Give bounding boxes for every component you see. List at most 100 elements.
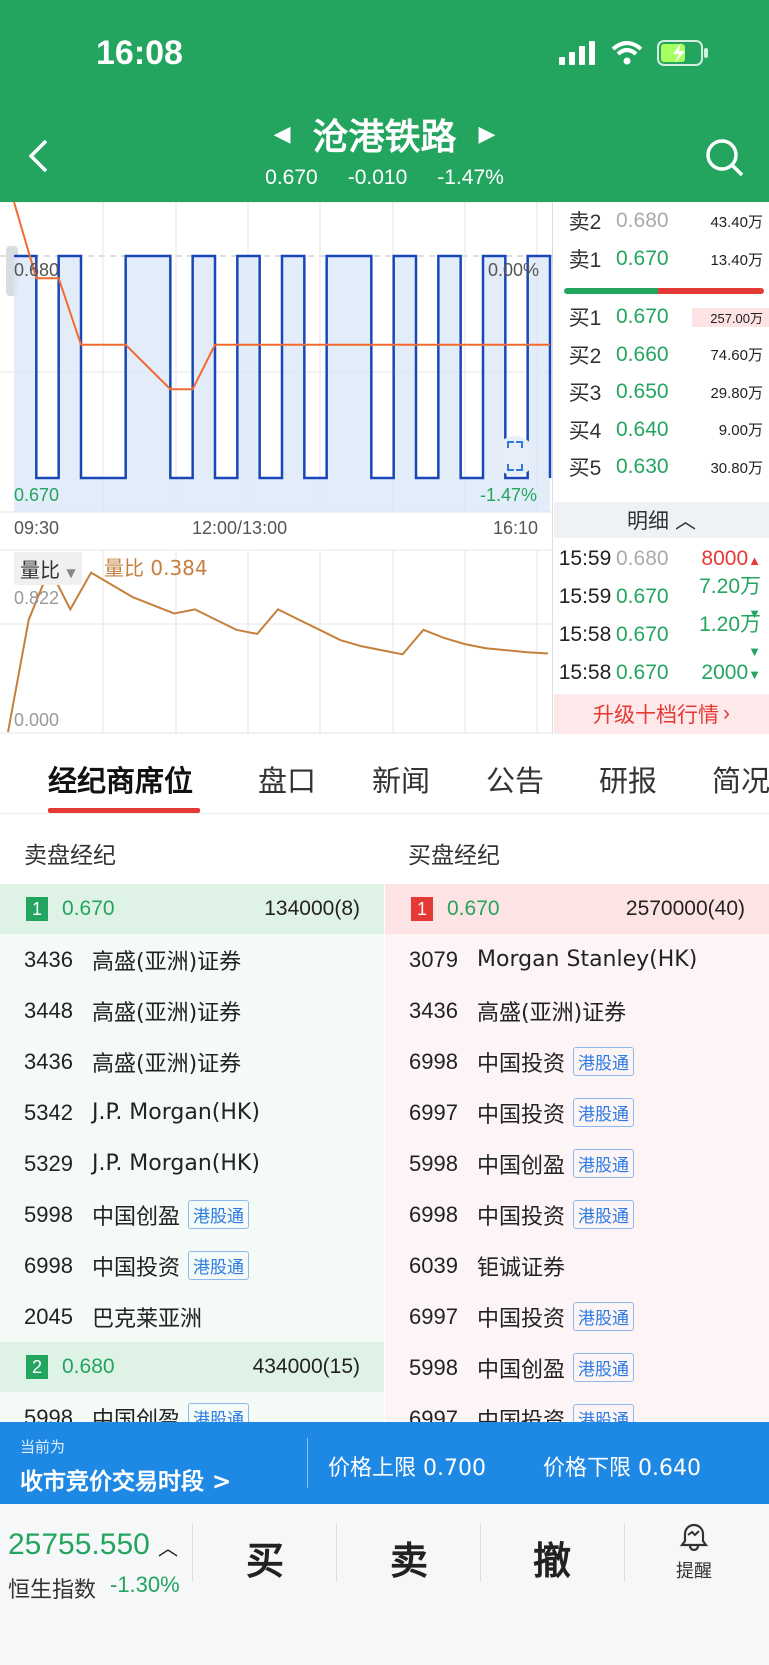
broker-name: 高盛(亚洲)证券 xyxy=(92,949,242,975)
broker-row[interactable]: 5998 中国创盈 港股通 xyxy=(0,1189,384,1240)
bid-row[interactable]: 买5 0.630 30.80万 xyxy=(554,448,769,486)
trade-volume-value: 2000 xyxy=(701,661,749,684)
stock-connect-tag: 港股通 xyxy=(573,1098,635,1127)
active-tab-indicator xyxy=(48,808,200,813)
broker-row[interactable]: 6998 中国投资 港股通 xyxy=(385,1036,769,1087)
level-price: 0.670 xyxy=(62,897,115,920)
broker-name: 巴克莱亚洲 xyxy=(92,1306,203,1332)
level-quantity: 434000(15) xyxy=(252,1355,360,1378)
bid-volume: 29.80万 xyxy=(710,384,763,402)
time-label-open: 09:30 xyxy=(14,518,60,538)
volume-ratio-value: 量比 0.384 xyxy=(104,556,208,580)
bid-row[interactable]: 买1 0.670 257.00万 xyxy=(554,298,769,336)
pct-low-label: -1.47% xyxy=(480,485,538,505)
arrow-up-icon: ▲ xyxy=(748,553,761,568)
broker-row[interactable]: 6998 中国投资 港股通 xyxy=(385,1189,769,1240)
broker-code: 6997 xyxy=(409,1405,458,1423)
alert-label: 提醒 xyxy=(676,1561,712,1582)
divider xyxy=(336,1524,337,1582)
trade-volume-value: 8000 xyxy=(701,547,749,570)
stock-name: 沧港铁路 xyxy=(312,117,457,158)
tab-orderbook[interactable]: 盘口 xyxy=(258,758,316,800)
battery-icon xyxy=(657,40,708,66)
broker-row[interactable]: 3448 高盛(亚洲)证券 xyxy=(0,985,384,1036)
tab-brokers[interactable]: 经纪商席位 xyxy=(48,758,193,800)
detail-toggle-button[interactable]: 明细 ︿ xyxy=(554,502,769,538)
broker-code: 5342 xyxy=(24,1099,73,1125)
ask-price: 0.680 xyxy=(616,209,669,232)
broker-name: 中国创盈 xyxy=(477,1153,566,1179)
chevron-right-icon: › xyxy=(723,702,730,725)
detail-label: 明细 xyxy=(627,510,669,533)
trade-time: 15:59 xyxy=(558,547,612,570)
search-icon[interactable] xyxy=(705,138,745,178)
broker-row[interactable]: 6997 中国投资 港股通 xyxy=(385,1087,769,1138)
chevron-up-icon: ︿ xyxy=(158,1536,178,1560)
ask-label: 卖1 xyxy=(568,249,602,272)
broker-row[interactable]: 6997 中国投资 港股通 xyxy=(385,1393,769,1422)
broker-row[interactable]: 6997 中国投资 港股通 xyxy=(385,1291,769,1342)
broker-code: 5998 xyxy=(409,1354,458,1380)
level-number: 1 xyxy=(411,897,433,921)
price-change: -0.010 xyxy=(347,166,408,189)
ask-row[interactable]: 卖1 0.670 13.40万 xyxy=(554,240,769,278)
broker-row[interactable]: 5998 中国创盈 港股通 xyxy=(0,1392,384,1422)
broker-name: 中国投资 xyxy=(92,1255,181,1281)
broker-row[interactable]: 6039 钜诚证券 xyxy=(385,1240,769,1291)
bid-row[interactable]: 买3 0.650 29.80万 xyxy=(554,373,769,411)
tab-research[interactable]: 研报 xyxy=(599,758,657,800)
prev-stock-icon[interactable]: ◀ xyxy=(274,122,291,147)
broker-row[interactable]: 3436 高盛(亚洲)证券 xyxy=(0,934,384,985)
broker-row[interactable]: 3436 高盛(亚洲)证券 xyxy=(0,1036,384,1087)
broker-row[interactable]: 5342 J.P. Morgan(HK) xyxy=(0,1087,384,1138)
tab-profile[interactable]: 简况 xyxy=(712,758,769,800)
bid-price: 0.650 xyxy=(616,380,669,403)
status-icons xyxy=(559,40,709,66)
price-level-row: 2 0.680 434000(15) xyxy=(0,1342,384,1392)
title-row: ◀ 沧港铁路 ▶ xyxy=(0,108,769,160)
bid-row[interactable]: 买2 0.660 74.60万 xyxy=(554,336,769,374)
broker-row[interactable]: 2045 巴克莱亚洲 xyxy=(0,1291,384,1342)
broker-code: 5998 xyxy=(24,1404,73,1423)
tab-news[interactable]: 新闻 xyxy=(372,758,430,800)
trade-volume-value: 7.20万 xyxy=(699,575,761,598)
alert-button[interactable]: 提醒 xyxy=(676,1522,712,1583)
stock-connect-tag: 港股通 xyxy=(573,1353,635,1382)
price-upper-limit: 价格上限 0.700 xyxy=(328,1456,486,1481)
stock-connect-tag: 港股通 xyxy=(573,1047,635,1076)
broker-row[interactable]: 5329 J.P. Morgan(HK) xyxy=(0,1138,384,1189)
divider xyxy=(192,1524,193,1582)
sell-button[interactable]: 卖 xyxy=(390,1530,428,1585)
upgrade-level10-button[interactable]: 升级十档行情 › xyxy=(554,694,769,734)
bid-label: 买3 xyxy=(568,382,602,405)
buy-button[interactable]: 买 xyxy=(246,1530,284,1585)
fullscreen-icon[interactable] xyxy=(495,436,535,476)
broker-row[interactable]: 3436 高盛(亚洲)证券 xyxy=(385,985,769,1036)
intraday-chart[interactable]: 0.680 0.670 0.00% -1.47% 09:30 12:00/13:… xyxy=(0,201,553,734)
bid-label: 买1 xyxy=(568,307,602,330)
broker-row[interactable]: 6998 中国投资 港股通 xyxy=(0,1240,384,1291)
next-stock-icon[interactable]: ▶ xyxy=(479,122,496,147)
session-bar[interactable]: 当前为 收市竞价交易时段 > 价格上限 0.700 价格下限 0.640 xyxy=(0,1422,769,1504)
ask-row[interactable]: 卖2 0.680 43.40万 xyxy=(554,202,769,240)
divider xyxy=(624,1524,625,1582)
stock-connect-tag: 港股通 xyxy=(573,1302,635,1331)
bid-price: 0.660 xyxy=(616,342,669,366)
broker-name: 中国投资 xyxy=(477,1408,566,1423)
broker-name: 中国投资 xyxy=(477,1102,566,1128)
stock-connect-tag: 港股通 xyxy=(573,1404,635,1422)
broker-code: 5329 xyxy=(24,1150,73,1176)
broker-name: 高盛(亚洲)证券 xyxy=(92,1051,242,1077)
broker-row[interactable]: 5998 中国创盈 港股通 xyxy=(385,1138,769,1189)
cancel-order-button[interactable]: 撤 xyxy=(533,1530,571,1585)
broker-name: 中国创盈 xyxy=(92,1204,181,1230)
volume-indicator-select[interactable]: 量比 ▼ xyxy=(14,552,82,585)
broker-row[interactable]: 5998 中国创盈 港股通 xyxy=(385,1342,769,1393)
price-level-row: 1 0.670 2570000(40) xyxy=(385,884,769,934)
buy-broker-list[interactable]: 1 0.670 2570000(40) 3079 Morgan Stanley(H… xyxy=(385,884,769,1422)
bid-row[interactable]: 买4 0.640 9.00万 xyxy=(554,411,769,449)
broker-row[interactable]: 3079 Morgan Stanley(HK) xyxy=(385,934,769,985)
sell-broker-list[interactable]: 1 0.670 134000(8) 3436 高盛(亚洲)证券 3448 高盛(亚洲… xyxy=(0,884,384,1422)
trade-row: 15:58 0.670 2000▼ xyxy=(554,654,769,692)
tab-announcements[interactable]: 公告 xyxy=(486,758,544,800)
